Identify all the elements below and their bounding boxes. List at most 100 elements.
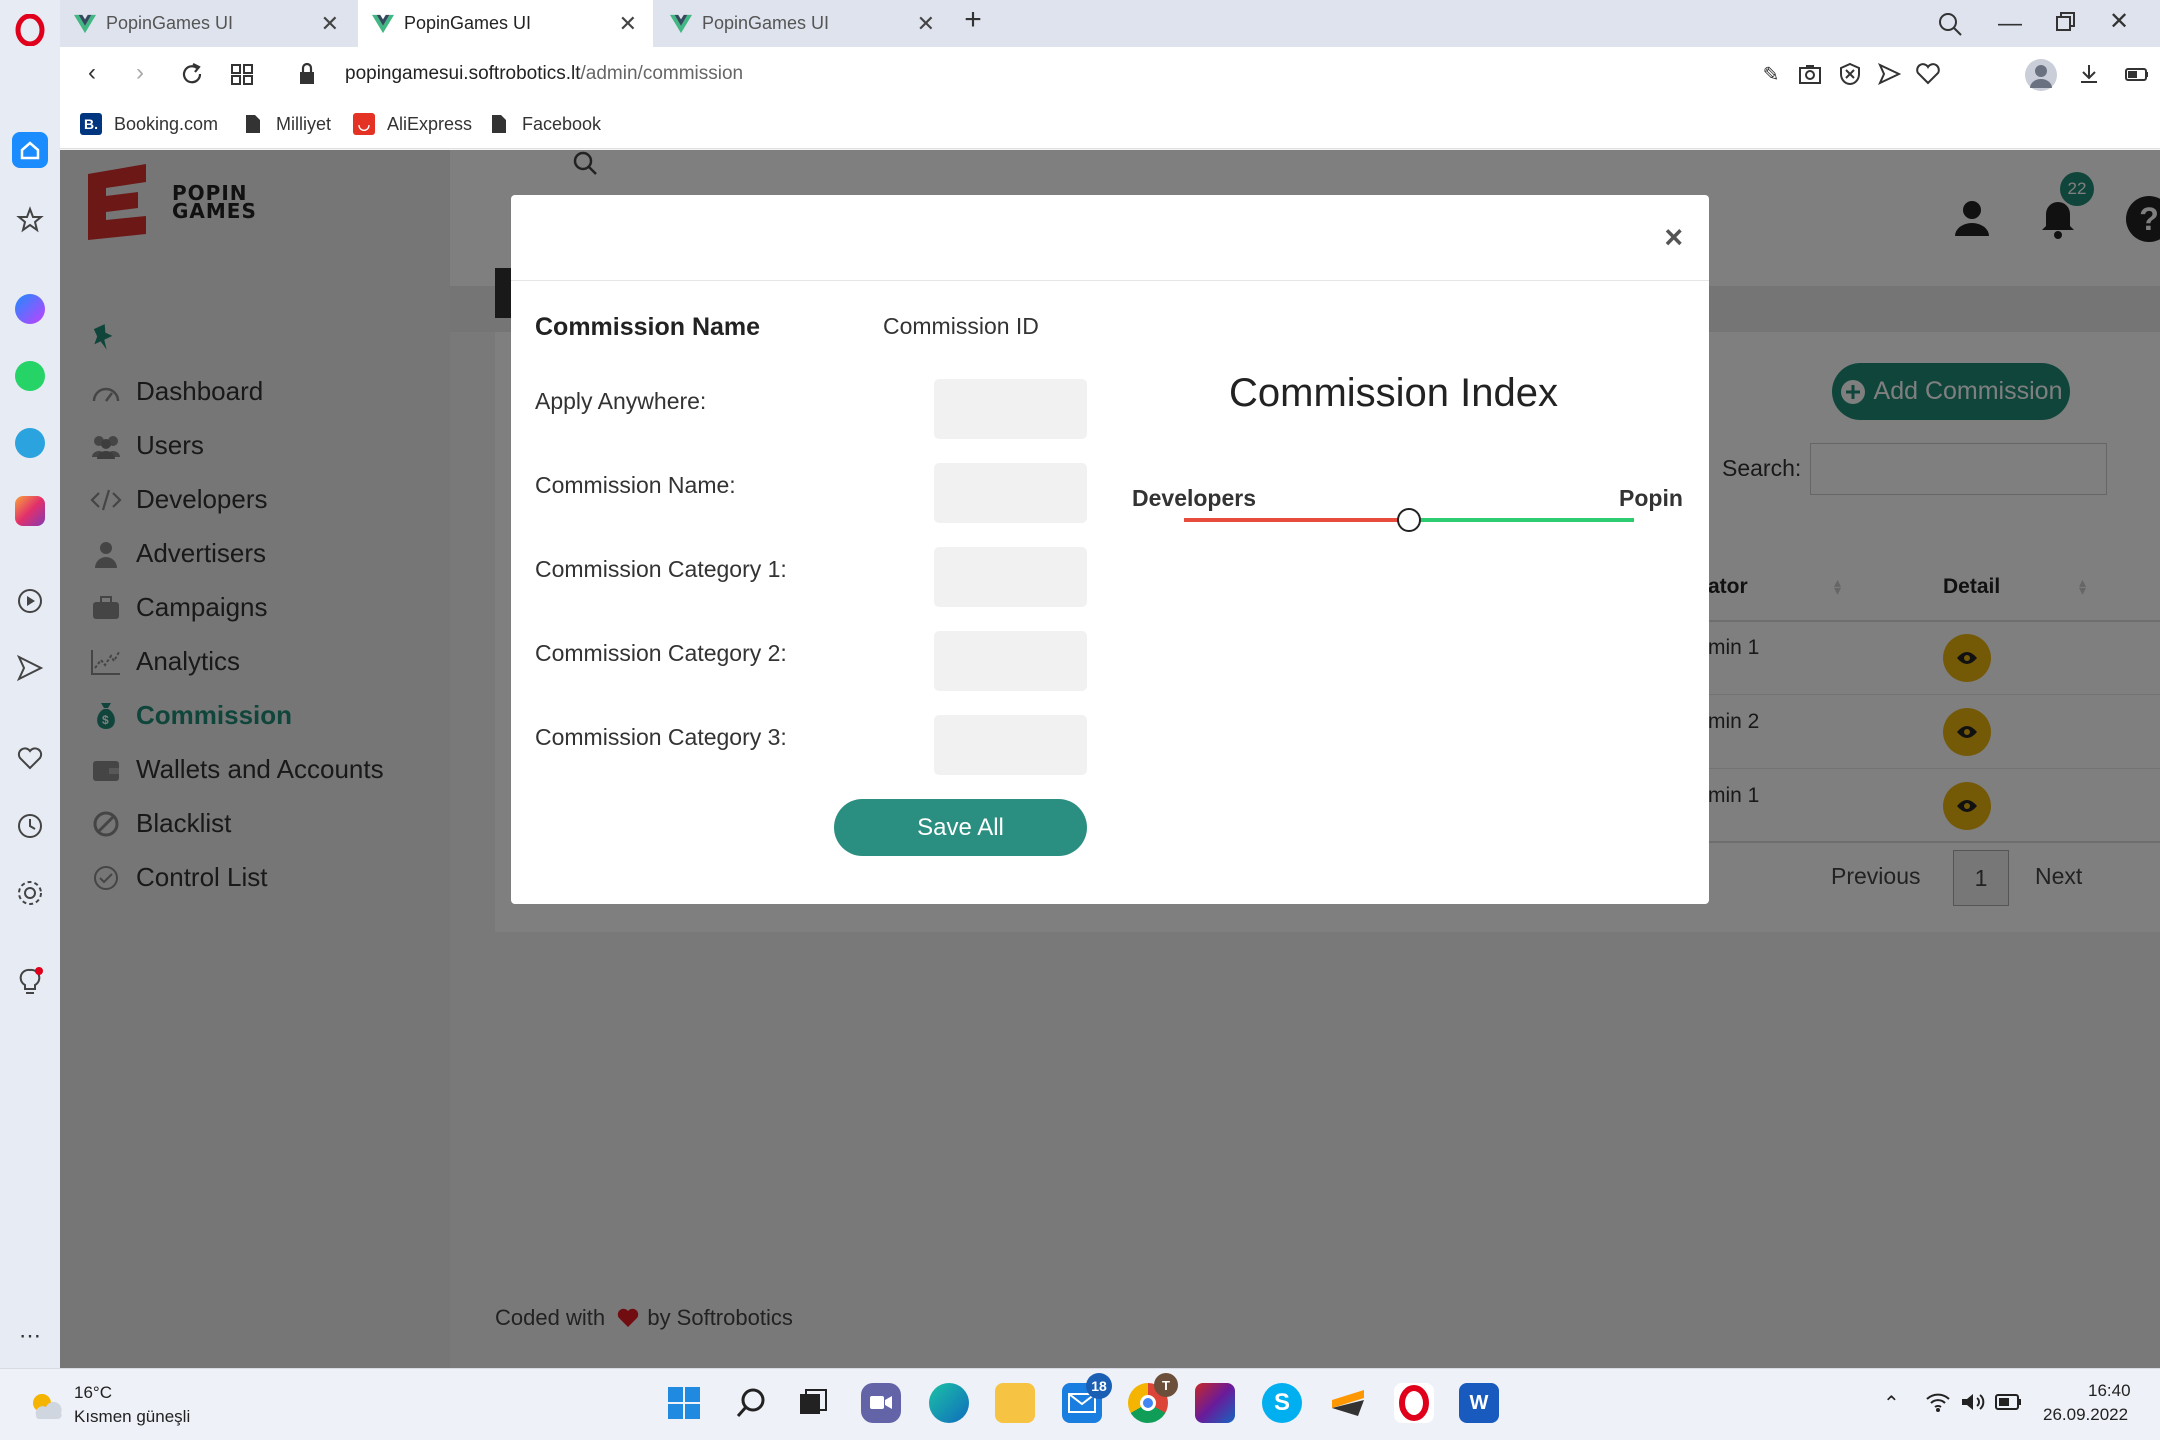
bookmark-label: Booking.com bbox=[114, 113, 219, 134]
tab-2-active[interactable]: PopinGames UI ✕ bbox=[358, 0, 653, 47]
volume-icon[interactable] bbox=[1960, 1391, 1986, 1418]
bookmark-label: AliExpress bbox=[387, 113, 473, 134]
whatsapp-icon[interactable] bbox=[15, 361, 45, 391]
bookmark-milliyet[interactable]: Milliyet bbox=[242, 113, 331, 135]
opera-taskbar-icon[interactable] bbox=[1394, 1383, 1434, 1423]
sublime-app-icon[interactable] bbox=[1328, 1383, 1368, 1423]
commission-category-3-input[interactable] bbox=[934, 715, 1087, 775]
tab-1[interactable]: PopinGames UI ✕ bbox=[60, 0, 355, 47]
messenger-icon[interactable] bbox=[15, 294, 45, 324]
snapshot-icon[interactable] bbox=[1796, 62, 1824, 91]
tab-3[interactable]: PopinGames UI ✕ bbox=[656, 0, 951, 47]
bookmark-label: Milliyet bbox=[276, 113, 332, 134]
apply-anywhere-input[interactable] bbox=[934, 379, 1087, 439]
flow-send-icon[interactable] bbox=[1875, 62, 1903, 91]
vue-logo-icon bbox=[74, 14, 96, 33]
slider-track-popin bbox=[1409, 518, 1634, 522]
page-icon bbox=[488, 113, 510, 135]
player-icon[interactable] bbox=[15, 586, 45, 616]
heart-icon[interactable] bbox=[15, 743, 45, 773]
bookmark-label: Facebook bbox=[522, 113, 602, 134]
commission-category-1-input[interactable] bbox=[934, 547, 1087, 607]
modal-commission-name-heading: Commission Name bbox=[535, 313, 761, 341]
send-icon[interactable] bbox=[15, 653, 45, 683]
wifi-icon[interactable] bbox=[1925, 1391, 1951, 1418]
clock-date[interactable]: 26.09.2022 bbox=[2043, 1405, 2128, 1425]
vue-logo-icon bbox=[670, 14, 692, 33]
tab-title: PopinGames UI bbox=[702, 13, 830, 33]
adblock-icon[interactable] bbox=[1836, 62, 1864, 91]
minimize-icon[interactable]: — bbox=[1995, 12, 2025, 36]
weather-temp: 16°C bbox=[74, 1383, 112, 1402]
battery-saver-icon[interactable] bbox=[2123, 62, 2151, 91]
back-icon[interactable]: ‹ bbox=[78, 61, 106, 85]
show-hidden-icons-icon[interactable]: ⌃ bbox=[1883, 1391, 1900, 1416]
profile-avatar-icon[interactable] bbox=[2025, 59, 2057, 91]
search-tabs-icon[interactable] bbox=[1936, 10, 1964, 38]
weather-desc: Kısmen güneşli bbox=[74, 1407, 191, 1426]
settings-icon[interactable] bbox=[15, 878, 45, 908]
vue-logo-icon bbox=[372, 14, 394, 33]
download-icon[interactable] bbox=[2075, 62, 2103, 91]
url-domain: popingamesui.softrobotics.lt bbox=[345, 63, 581, 84]
edit-page-icon[interactable]: ✎ bbox=[1758, 63, 1784, 87]
game-app-icon[interactable] bbox=[1195, 1383, 1235, 1423]
instagram-icon[interactable] bbox=[15, 496, 45, 526]
bookmark-facebook[interactable]: Facebook bbox=[488, 113, 601, 135]
favorite-heart-icon[interactable] bbox=[1914, 62, 1942, 91]
mail-icon[interactable]: 18 bbox=[1062, 1373, 1112, 1423]
close-tab-icon[interactable]: ✕ bbox=[917, 11, 935, 37]
lightbulb-icon[interactable] bbox=[15, 966, 45, 998]
save-all-button[interactable]: Save All bbox=[834, 799, 1087, 856]
close-window-icon[interactable]: ✕ bbox=[2104, 10, 2134, 34]
page-icon bbox=[242, 113, 264, 135]
tab-title: PopinGames UI bbox=[404, 13, 532, 33]
commission-modal: × Commission Name Commission ID Apply An… bbox=[511, 195, 1709, 904]
mail-badge: 18 bbox=[1086, 1373, 1112, 1399]
clock-time[interactable]: 16:40 bbox=[2088, 1381, 2131, 1401]
weather-widget[interactable]: 16°C Kısmen güneşli bbox=[28, 1381, 228, 1431]
url-field[interactable]: popingamesui.softrobotics.lt/admin/commi… bbox=[345, 63, 743, 85]
forward-icon[interactable]: › bbox=[126, 61, 154, 85]
chrome-browser-icon[interactable]: T bbox=[1128, 1373, 1178, 1423]
task-view-icon[interactable] bbox=[793, 1383, 833, 1423]
field-label-commission-name: Commission Name: bbox=[535, 472, 736, 498]
close-modal-icon[interactable]: × bbox=[1664, 219, 1683, 256]
history-icon[interactable] bbox=[15, 811, 45, 841]
bookmark-booking[interactable]: B. Booking.com bbox=[80, 113, 218, 135]
aliexpress-icon: ◡ bbox=[353, 113, 375, 135]
speed-dial-icon[interactable] bbox=[16, 206, 44, 234]
file-explorer-icon[interactable] bbox=[995, 1383, 1035, 1423]
new-tab-icon[interactable]: + bbox=[958, 5, 988, 38]
edge-browser-icon[interactable] bbox=[929, 1383, 969, 1423]
home-icon[interactable] bbox=[12, 132, 48, 168]
commission-name-input[interactable] bbox=[934, 463, 1087, 523]
lock-icon[interactable] bbox=[296, 62, 318, 91]
slider-track-developers bbox=[1184, 518, 1409, 522]
bookmark-aliexpress[interactable]: ◡ AliExpress bbox=[353, 113, 472, 135]
telegram-icon[interactable] bbox=[15, 428, 45, 458]
close-tab-icon[interactable]: ✕ bbox=[321, 11, 339, 37]
taskbar-search-icon[interactable] bbox=[731, 1383, 771, 1423]
field-label-category-2: Commission Category 2: bbox=[535, 640, 787, 666]
commission-category-2-input[interactable] bbox=[934, 631, 1087, 691]
commission-index-slider[interactable] bbox=[1184, 507, 1634, 533]
skype-icon[interactable]: S bbox=[1262, 1383, 1302, 1423]
modal-commission-id: Commission ID bbox=[883, 313, 1039, 339]
reload-icon[interactable] bbox=[178, 61, 206, 92]
chrome-profile-badge: T bbox=[1154, 1373, 1178, 1397]
opera-logo-icon[interactable] bbox=[14, 13, 46, 47]
restore-icon[interactable] bbox=[2050, 10, 2080, 39]
word-icon[interactable]: W bbox=[1459, 1383, 1499, 1423]
battery-icon[interactable] bbox=[1995, 1393, 2023, 1416]
more-icon[interactable]: ⋯ bbox=[15, 1324, 45, 1348]
close-tab-icon[interactable]: ✕ bbox=[619, 11, 637, 37]
start-button-icon[interactable] bbox=[664, 1383, 704, 1423]
commission-index-title: Commission Index bbox=[1229, 371, 1559, 415]
address-bar: ‹ › popingamesui.softrobotics.lt/admin/c… bbox=[60, 47, 2160, 103]
slider-thumb[interactable] bbox=[1397, 508, 1421, 532]
teams-chat-icon[interactable] bbox=[861, 1383, 901, 1423]
tabs-grid-icon[interactable] bbox=[228, 61, 256, 92]
opera-sidebar: ⋯ bbox=[0, 0, 60, 1368]
field-label-category-3: Commission Category 3: bbox=[535, 724, 787, 750]
